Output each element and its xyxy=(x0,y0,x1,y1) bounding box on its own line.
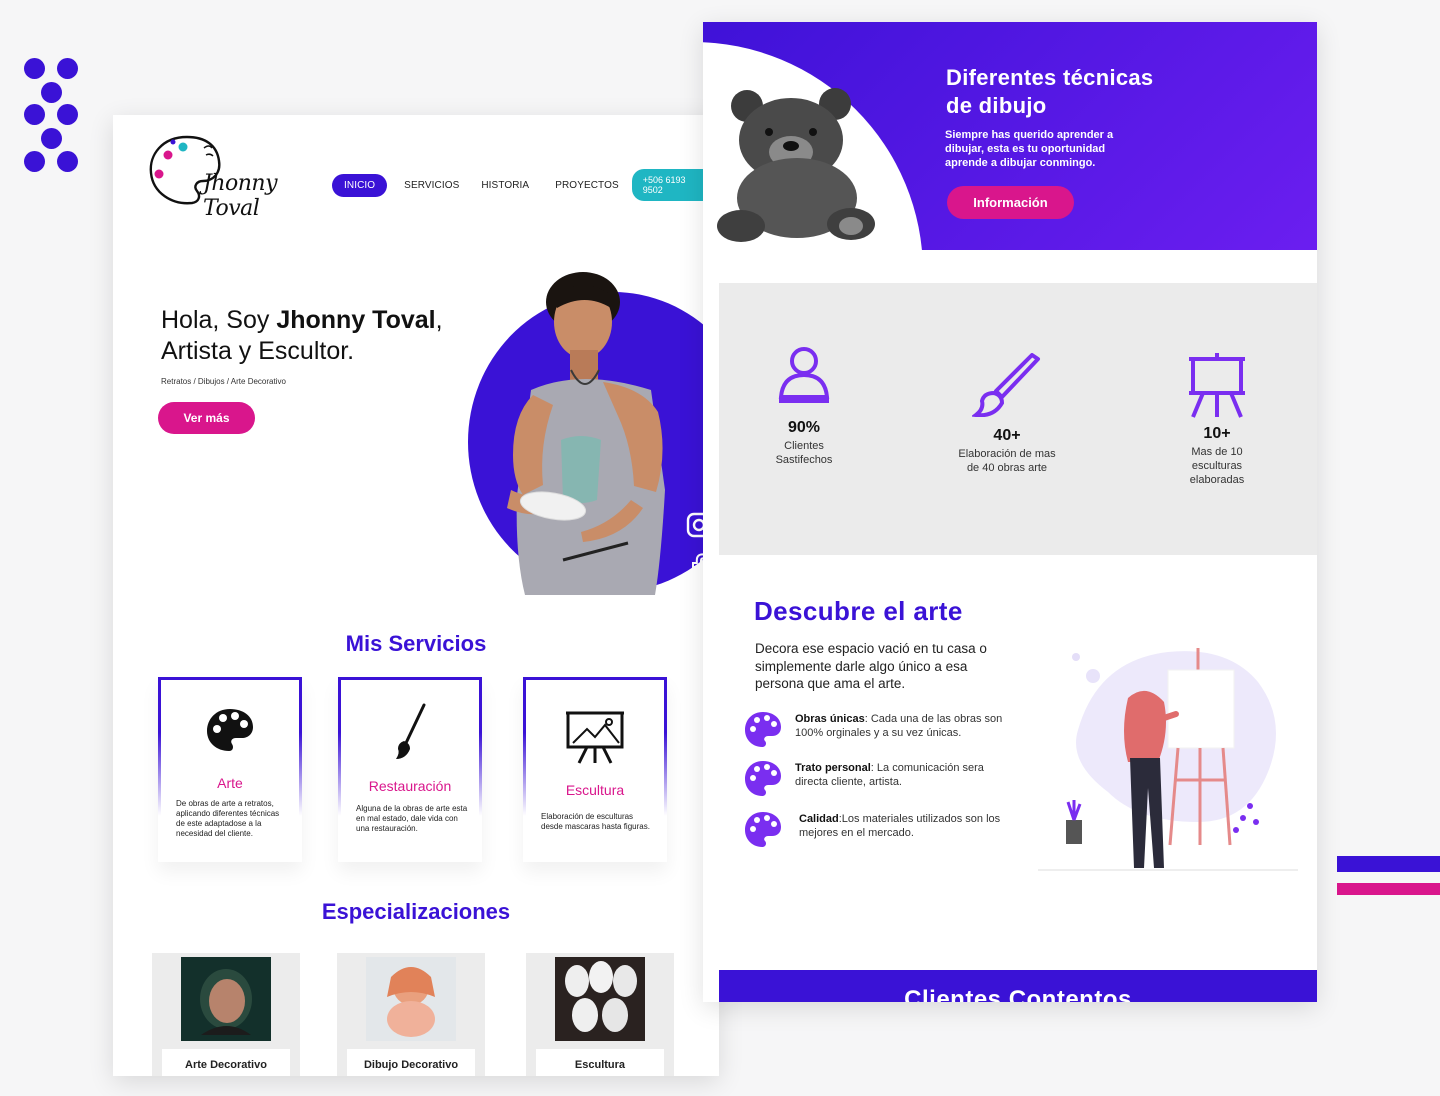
clients-section: Clientes Contentos xyxy=(719,970,1317,1002)
spec-card-escultura[interactable]: Escultura xyxy=(526,953,674,1076)
stat-label-line2: esculturas xyxy=(1191,460,1243,472)
stat-value: 40+ xyxy=(993,427,1021,444)
teddy-bear-drawing-image xyxy=(717,88,875,242)
nav-servicios[interactable]: SERVICIOS xyxy=(393,174,470,197)
homepage-mockup: Jhonny Toval INICIO SERVICIOS HISTORIA P… xyxy=(113,115,719,1076)
brush-icon xyxy=(972,353,1040,417)
hero-title: Hola, Soy Jhonny Toval, Artista y Escult… xyxy=(161,305,443,367)
painter-illustration xyxy=(1038,648,1298,871)
portrait-painting-image xyxy=(181,957,271,1041)
stat-label: Mas de 10 esculturas elaboradas xyxy=(1147,445,1287,487)
spec-card-arte-decorativo[interactable]: Arte Decorativo xyxy=(152,953,300,1076)
banner-title: Diferentes técnicas de dibujo xyxy=(946,64,1153,120)
banner-title-line1: Diferentes técnicas xyxy=(946,65,1154,90)
easel-icon xyxy=(566,711,624,764)
spec-label: Escultura xyxy=(574,1059,626,1071)
palette-icon xyxy=(745,761,781,796)
drawing-page-mockup: Diferentes técnicas de dibujo Siempre ha… xyxy=(703,22,1317,1002)
services-title: Mis Servicios xyxy=(345,631,487,656)
spec-card-dibujo-decorativo[interactable]: Dibujo Decorativo xyxy=(337,953,485,1076)
hero-name: Jhonny Toval xyxy=(276,306,436,334)
palette-icon xyxy=(745,812,781,847)
feature-text: Calidad:Los materiales utilizados son lo… xyxy=(799,812,1009,840)
artist-photo xyxy=(507,272,665,595)
stat-esculturas: 10+ Mas de 10 esculturas elaboradas xyxy=(1147,351,1287,487)
specializations-title: Especializaciones xyxy=(321,899,511,924)
feature-text: Obras únicas: Cada una de las obras son … xyxy=(795,712,1005,740)
service-name: Escultura xyxy=(565,782,625,798)
drawing-banner: Diferentes técnicas de dibujo Siempre ha… xyxy=(703,22,1317,502)
nav-historia[interactable]: HISTORIA xyxy=(470,174,540,197)
feature-text: Trato personal: La comunicación sera dir… xyxy=(795,761,1005,789)
doll-painting-image xyxy=(366,957,456,1041)
stat-label-line2: Sastifechos xyxy=(775,454,833,466)
logo[interactable]: Jhonny Toval xyxy=(147,133,307,221)
service-card-escultura[interactable]: Escultura Elaboración de esculturas desd… xyxy=(523,677,667,862)
stat-label: Clientes Sastifechos xyxy=(734,439,874,467)
ver-mas-button[interactable]: Ver más xyxy=(158,402,255,434)
service-name: Arte xyxy=(217,775,243,791)
stat-label-line2: de 40 obras arte xyxy=(966,462,1048,474)
service-card-arte[interactable]: Arte De obras de arte a retratos, aplica… xyxy=(158,677,302,862)
hero-tags: Retratos / Dibujos / Arte Decorativo xyxy=(161,377,286,386)
informacion-button[interactable]: Información xyxy=(947,186,1074,219)
spec-label: Arte Decorativo xyxy=(185,1059,267,1071)
hero-comma: , xyxy=(435,306,443,334)
spec-label: Dibujo Decorativo xyxy=(363,1059,459,1071)
stat-label: Elaboración de mas de 40 obras arte xyxy=(937,447,1077,475)
stats-section: 90% Clientes Sastifechos 40+ Elaboración… xyxy=(719,283,1317,555)
palette-icon xyxy=(207,709,253,751)
nav-proyectos[interactable]: PROYECTOS xyxy=(544,174,630,197)
stat-label-line3: elaboradas xyxy=(1189,474,1245,486)
stat-label-line1: Mas de 10 xyxy=(1191,446,1243,458)
stat-clientes: 90% Clientes Sastifechos xyxy=(734,345,874,467)
feature-bold: Calidad xyxy=(799,813,839,825)
stat-obras: 40+ Elaboración de mas de 40 obras arte xyxy=(937,353,1077,475)
hero-greeting: Hola, Soy xyxy=(161,306,277,334)
main-nav: INICIO SERVICIOS HISTORIA PROYECTOS +506… xyxy=(332,169,719,201)
logo-text: Jhonny Toval xyxy=(203,171,278,221)
decorative-stripe-blue xyxy=(1337,856,1440,872)
hero-subtitle: Artista y Escultor. xyxy=(161,337,355,365)
service-card-restauracion[interactable]: Restauración Alguna de la obras de arte … xyxy=(338,677,482,862)
service-name: Restauración xyxy=(368,778,452,794)
banner-text: Siempre has querido aprender a dibujar, … xyxy=(945,129,1114,169)
service-desc: De obras de arte a retratos, aplicando d… xyxy=(176,799,280,838)
masks-sculpture-image xyxy=(555,957,645,1041)
service-desc: Alguna de la obras de arte esta en mal e… xyxy=(356,804,468,833)
discover-text: Decora ese espacio vació en tu casa o si… xyxy=(755,641,987,691)
user-icon xyxy=(778,347,830,403)
banner-title-line2: de dibujo xyxy=(946,93,1047,118)
discover-title: Descubre el arte xyxy=(754,596,963,626)
stat-label-line1: Elaboración de mas xyxy=(958,448,1056,460)
decorative-stripe-pink xyxy=(1337,883,1440,895)
service-desc: Elaboración de esculturas desde mascaras… xyxy=(541,812,650,831)
stat-value: 10+ xyxy=(1203,425,1231,442)
palette-icon xyxy=(745,712,781,747)
decorative-dots xyxy=(24,58,80,178)
stat-value: 90% xyxy=(787,419,821,436)
brush-icon xyxy=(396,703,426,759)
easel-icon xyxy=(1189,353,1245,418)
clients-title: Clientes Contentos xyxy=(904,986,1132,1002)
feature-bold: Obras únicas xyxy=(795,713,865,725)
stat-label-line1: Clientes xyxy=(784,440,824,452)
feature-bold: Trato personal xyxy=(795,762,871,774)
nav-inicio[interactable]: INICIO xyxy=(332,173,388,197)
